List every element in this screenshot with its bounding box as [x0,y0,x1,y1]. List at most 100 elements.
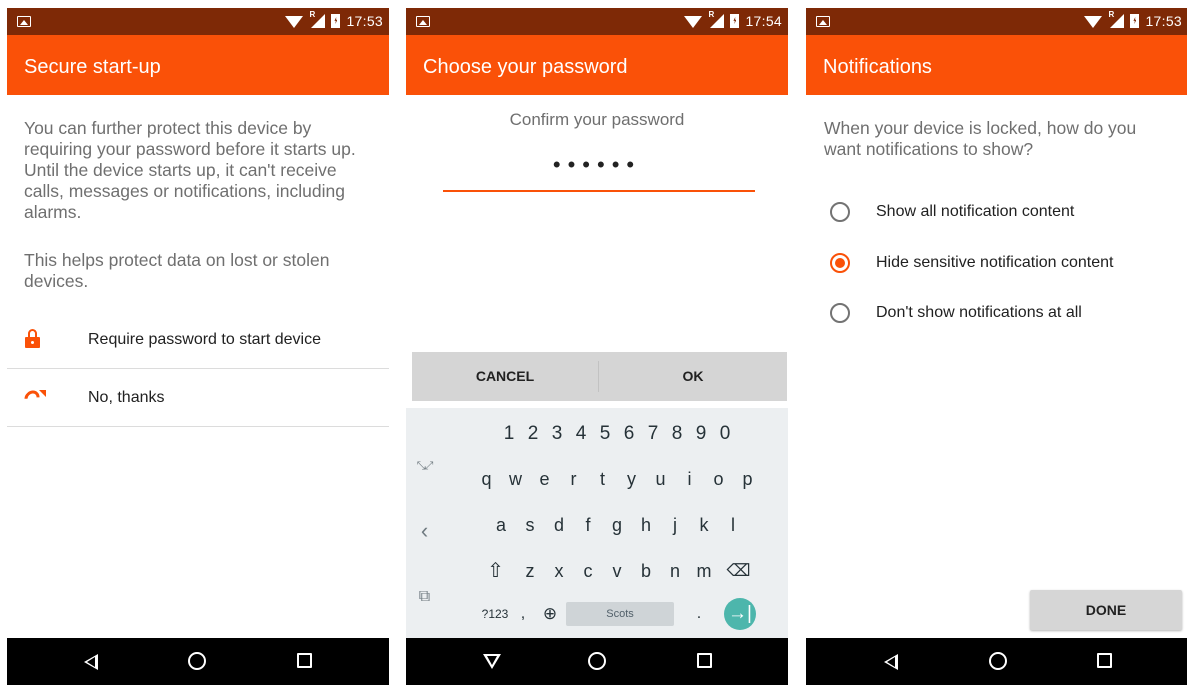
key-8[interactable]: 8 [665,419,689,449]
recents-icon[interactable] [1097,653,1112,668]
home-icon[interactable] [588,652,606,670]
image-notification-icon [17,16,31,27]
key-9[interactable]: 9 [689,419,713,449]
status-bar: R 17:53 [806,8,1187,35]
key-k[interactable]: k [690,510,719,540]
radio-button[interactable] [830,303,850,323]
key-t[interactable]: t [588,464,617,494]
key-7[interactable]: 7 [641,419,665,449]
done-button[interactable]: DONE [1030,590,1182,630]
key-3[interactable]: 3 [545,419,569,449]
status-time: 17:54 [745,13,782,29]
key-m[interactable]: m [690,556,719,586]
key-c[interactable]: c [574,556,603,586]
no-thanks-option[interactable]: No, thanks [7,369,389,427]
navigation-bar [406,638,788,685]
description-text: You can further protect this device by r… [24,118,356,222]
status-bar: R 17:54 [406,8,788,35]
key-u[interactable]: u [646,464,675,494]
key-l[interactable]: l [719,510,748,540]
key-n[interactable]: n [661,556,690,586]
key-5[interactable]: 5 [593,419,617,449]
notifications-screen: R 17:53 Notifications When your device i… [806,8,1187,685]
key-j[interactable]: j [661,510,690,540]
choose-password-screen: R 17:54 Choose your password Confirm you… [406,8,788,685]
wifi-icon [684,16,703,28]
key-e[interactable]: e [530,464,559,494]
radio-button[interactable] [830,202,850,222]
backspace-key-icon[interactable]: ⌫ [719,556,759,586]
signal-icon: R [309,10,326,28]
page-title: Secure start-up [7,35,389,95]
key-p[interactable]: p [733,464,762,494]
chevron-left-icon[interactable]: ‹ [406,518,443,544]
space-key[interactable]: Scots [566,602,674,626]
option-show-all[interactable]: Show all notification content [806,192,1187,232]
key-y[interactable]: y [617,464,646,494]
key-r[interactable]: r [559,464,588,494]
divider [7,426,389,427]
symbols-key[interactable]: ?123 [478,599,512,629]
battery-icon [730,14,740,28]
cancel-button[interactable]: CANCEL [412,352,598,401]
signal-icon: R [708,10,725,28]
shift-key-icon[interactable]: ⇧ [476,556,516,586]
enter-key-icon[interactable]: →| [724,598,756,630]
ok-button[interactable]: OK [599,352,787,401]
key-v[interactable]: v [603,556,632,586]
key-f[interactable]: f [574,510,603,540]
undock-keyboard-icon[interactable]: ⧉ [406,588,443,606]
recents-icon[interactable] [697,653,712,668]
key-2[interactable]: 2 [521,419,545,449]
page-title: Notifications [806,35,1187,95]
key-0[interactable]: 0 [713,419,737,449]
back-icon[interactable] [884,654,898,670]
key-x[interactable]: x [545,556,574,586]
password-input[interactable]: •••••• [406,154,788,176]
roaming-indicator: R [1108,10,1115,19]
recents-icon[interactable] [297,653,312,668]
option-label: No, thanks [88,389,165,406]
battery-icon [1130,14,1140,28]
key-z[interactable]: z [516,556,545,586]
key-w[interactable]: w [501,464,530,494]
key-i[interactable]: i [675,464,704,494]
comma-key[interactable]: , [512,599,534,629]
back-icon[interactable] [84,654,98,670]
key-o[interactable]: o [704,464,733,494]
key-h[interactable]: h [632,510,661,540]
key-g[interactable]: g [603,510,632,540]
status-time: 17:53 [346,13,383,29]
key-6[interactable]: 6 [617,419,641,449]
globe-key-icon[interactable]: ⊕ [534,599,566,629]
option-label: Require password to start device [88,331,321,348]
status-time: 17:53 [1145,13,1182,29]
image-notification-icon [816,16,830,27]
home-icon[interactable] [188,652,206,670]
roaming-indicator: R [309,10,316,19]
key-1[interactable]: 1 [497,419,521,449]
navigation-bar [806,638,1187,685]
radio-button-selected[interactable] [830,253,850,273]
dialog-button-bar: CANCEL OK [412,352,787,401]
hide-keyboard-icon[interactable] [483,654,501,669]
lock-icon [25,329,40,349]
option-dont-show[interactable]: Don't show notifications at all [806,293,1187,333]
key-a[interactable]: a [487,510,516,540]
signal-icon: R [1108,10,1125,28]
key-s[interactable]: s [516,510,545,540]
key-4[interactable]: 4 [569,419,593,449]
period-key[interactable]: . [674,599,724,629]
notification-question: When your device is locked, how do you w… [824,118,1137,159]
keyboard-side-panel: ⤡⤢ ‹ ⧉ [406,408,443,638]
option-hide-sensitive[interactable]: Hide sensitive notification content [806,243,1187,283]
key-d[interactable]: d [545,510,574,540]
home-icon[interactable] [989,652,1007,670]
key-b[interactable]: b [632,556,661,586]
roaming-indicator: R [708,10,715,19]
require-password-option[interactable]: Require password to start device [7,311,389,369]
expand-keyboard-icon[interactable]: ⤡⤢ [406,460,443,473]
key-q[interactable]: q [472,464,501,494]
status-bar: R 17:53 [7,8,389,35]
secure-startup-screen: R 17:53 Secure start-up You can further … [7,8,389,685]
